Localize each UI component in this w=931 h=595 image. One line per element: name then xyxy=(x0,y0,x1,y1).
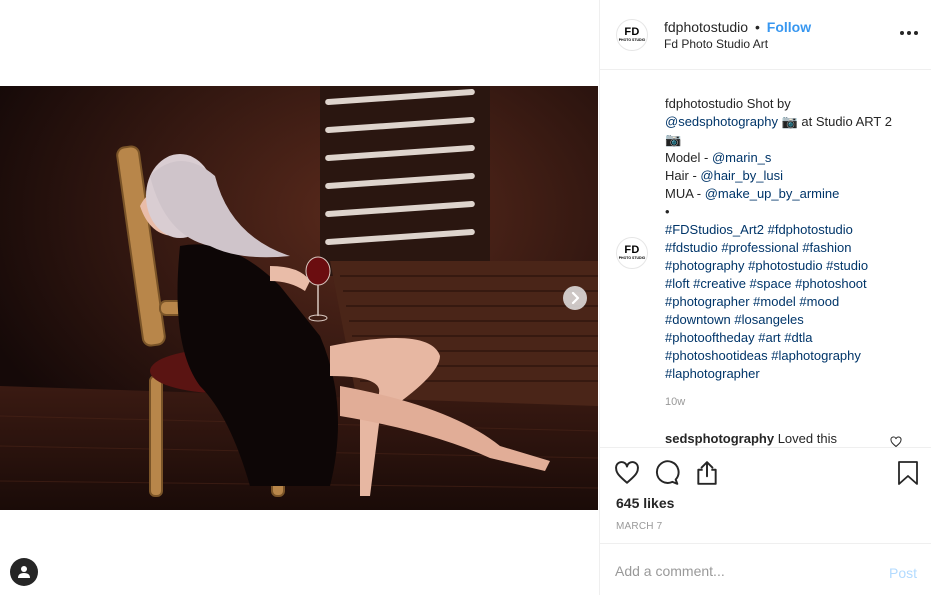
media-area xyxy=(0,0,599,595)
avatar-logo-subtext: PHOTO STUDIO xyxy=(618,38,646,43)
user-icon xyxy=(18,566,30,578)
avatar-logo-text: FD xyxy=(624,244,640,257)
action-bar: 645 likes MARCH 7 xyxy=(600,447,931,543)
comment-text: Loved this xyxy=(777,431,837,446)
caption-text: 📷 at Studio ART 2 xyxy=(781,114,892,129)
post-date: MARCH 7 xyxy=(616,521,663,532)
comment-input[interactable] xyxy=(615,556,875,586)
mention-link[interactable]: @sedsphotography xyxy=(665,114,778,129)
avatar-logo-subtext: PHOTO STUDIO xyxy=(618,256,646,261)
hashtag-line[interactable]: #photoshootideas #laphotography xyxy=(665,347,915,365)
caption-label: Hair - xyxy=(665,168,701,183)
caption-line: fdphotostudio Shot by xyxy=(665,95,915,113)
mention-link[interactable]: @hair_by_lusi xyxy=(700,168,783,183)
next-photo-button[interactable] xyxy=(563,286,587,310)
hashtag-line[interactable]: #loft #creative #space #photoshoot xyxy=(665,275,915,293)
hashtag-line[interactable]: #laphotographer xyxy=(665,365,915,383)
header-separator: • xyxy=(754,19,760,35)
hashtag-line[interactable]: #photooftheday #art #dtla xyxy=(665,329,915,347)
caption-age: 10w xyxy=(665,396,686,408)
heart-icon[interactable] xyxy=(614,460,640,486)
profile-button[interactable] xyxy=(10,558,38,586)
caption-line: • xyxy=(665,204,670,219)
caption-line: MUA - @make_up_by_armine xyxy=(665,185,915,203)
caption-text: Shot by xyxy=(746,96,791,111)
bookmark-icon[interactable] xyxy=(896,460,920,486)
hashtag-line[interactable]: #downtown #losangeles xyxy=(665,311,915,329)
comment-item: sedsphotography Loved this xyxy=(665,431,837,446)
account-avatar[interactable]: FD PHOTO STUDIO xyxy=(616,19,648,51)
caption-avatar[interactable]: FD PHOTO STUDIO xyxy=(616,237,648,269)
post-header: FD PHOTO STUDIO fdphotostudio • Follow F… xyxy=(600,0,931,70)
caption-line: @sedsphotography 📷 at Studio ART 2 xyxy=(665,113,915,131)
more-options-icon[interactable] xyxy=(900,31,918,35)
follow-button[interactable]: Follow xyxy=(767,19,811,35)
post-caption: fdphotostudio Shot by @sedsphotography 📷… xyxy=(665,95,915,383)
avatar-logo-text: FD xyxy=(624,26,640,39)
share-icon[interactable] xyxy=(694,460,720,486)
post-photo-image xyxy=(0,86,598,510)
mention-link[interactable]: @marin_s xyxy=(712,150,771,165)
caption-label: Model - xyxy=(665,150,712,165)
location-link[interactable]: Fd Photo Studio Art xyxy=(664,37,768,51)
hashtag-line[interactable]: #photography #photostudio #studio xyxy=(665,257,915,275)
comments-section[interactable]: FD PHOTO STUDIO fdphotostudio Shot by @s… xyxy=(600,71,931,447)
caption-line: Hair - @hair_by_lusi xyxy=(665,167,915,185)
hashtag-line[interactable]: #fdstudio #professional #fashion xyxy=(665,239,915,257)
caption-username[interactable]: fdphotostudio xyxy=(665,96,743,111)
hashtag-line[interactable]: #photographer #model #mood xyxy=(665,293,915,311)
caption-line: 📷 xyxy=(665,132,682,147)
likes-count[interactable]: 645 likes xyxy=(616,495,674,511)
caption-label: MUA - xyxy=(665,186,705,201)
post-sidebar: FD PHOTO STUDIO fdphotostudio • Follow F… xyxy=(599,0,931,595)
post-photo[interactable] xyxy=(0,86,598,510)
chevron-right-icon xyxy=(571,292,580,304)
comment-bubble-icon[interactable] xyxy=(654,460,680,486)
header-username[interactable]: fdphotostudio xyxy=(664,19,748,35)
caption-line: Model - @marin_s xyxy=(665,149,915,167)
add-comment-bar: Post xyxy=(600,543,931,595)
post-comment-button[interactable]: Post xyxy=(889,565,917,581)
header-user-row: fdphotostudio • Follow xyxy=(664,19,811,35)
comment-like-heart-icon[interactable] xyxy=(890,436,902,447)
comment-username[interactable]: sedsphotography xyxy=(665,431,774,446)
hashtag-line[interactable]: #FDStudios_Art2 #fdphotostudio xyxy=(665,221,915,239)
mention-link[interactable]: @make_up_by_armine xyxy=(705,186,840,201)
